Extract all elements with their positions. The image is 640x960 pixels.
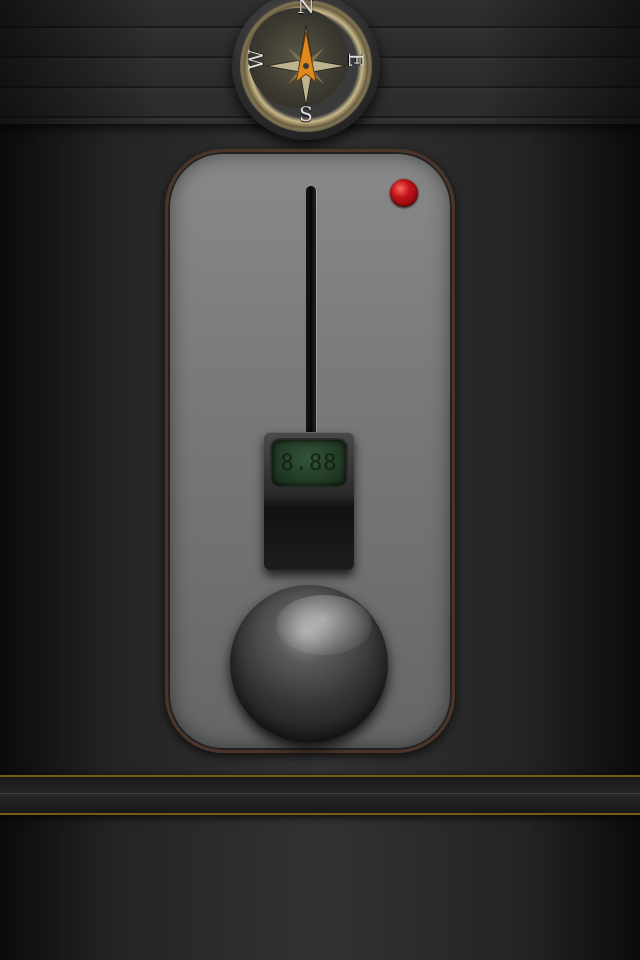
lcd-display: 8.88: [272, 440, 346, 486]
bottom-accent-strip: [0, 775, 640, 815]
strip-divider: [0, 793, 640, 794]
slider-track: [306, 186, 316, 436]
slider-handle[interactable]: 8.88: [264, 432, 354, 570]
round-push-button[interactable]: [230, 585, 388, 743]
compass-north-label: N: [297, 0, 315, 18]
compass-east-label: E: [344, 52, 368, 68]
status-led-indicator: [390, 179, 418, 207]
compass-west-label: W: [244, 49, 268, 70]
lcd-value: 8.88: [280, 450, 338, 476]
app-screen: N E S W 8.88: [0, 0, 640, 960]
control-panel: 8.88: [165, 149, 455, 753]
compass: N E S W: [232, 0, 380, 140]
compass-south-label: S: [299, 102, 313, 126]
